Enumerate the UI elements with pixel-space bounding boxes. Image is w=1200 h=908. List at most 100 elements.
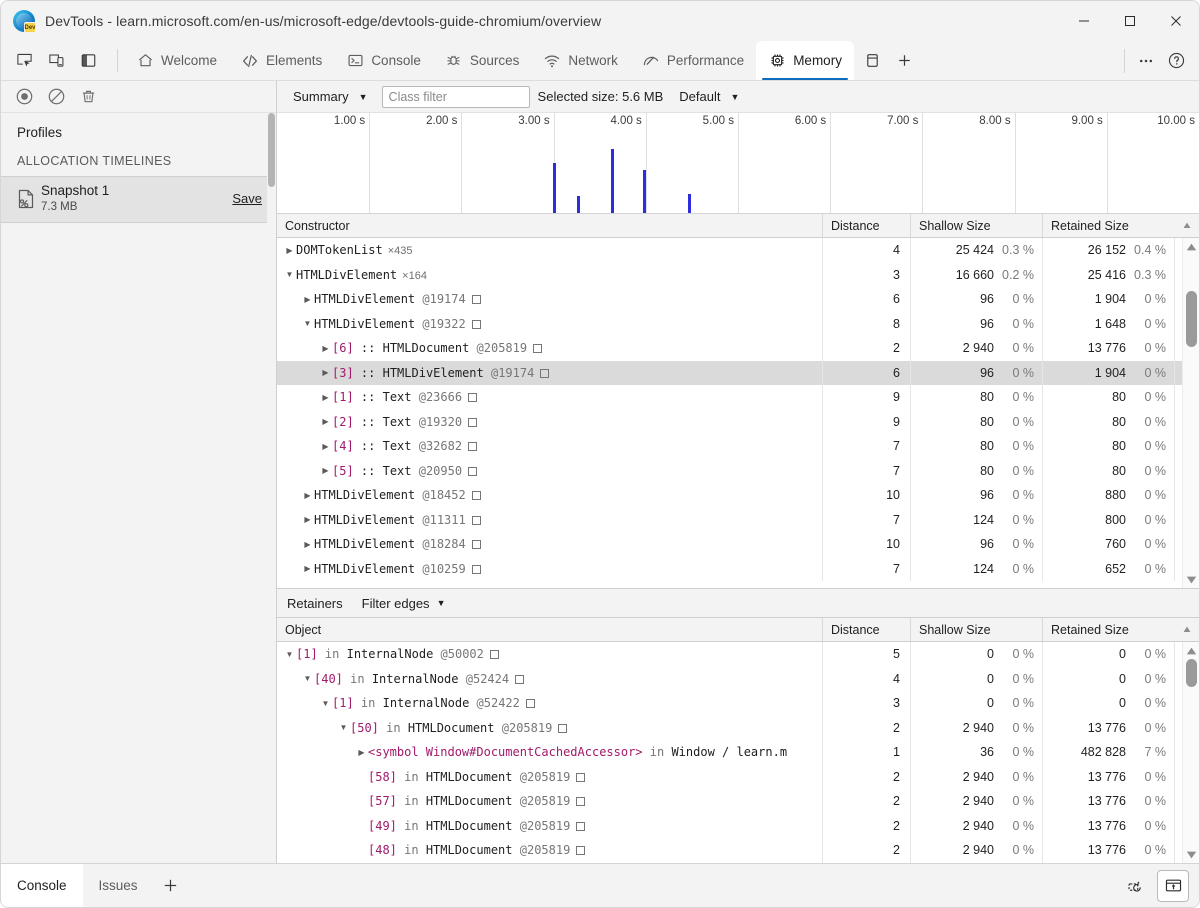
scrollbar-thumb[interactable] <box>1186 291 1197 347</box>
minimize-button[interactable] <box>1061 1 1107 41</box>
sidebar-scrollbar[interactable] <box>267 113 276 863</box>
twisty-expanded-icon[interactable]: ▼ <box>301 319 314 328</box>
twisty-collapsed-icon[interactable]: ▶ <box>301 491 314 500</box>
filter-edges-dropdown[interactable]: Filter edges ▼ <box>357 594 451 613</box>
column-header-shallow-size[interactable]: Shallow Size <box>911 618 1043 641</box>
twisty-collapsed-icon[interactable]: ▶ <box>319 393 332 402</box>
reveal-in-elements-icon[interactable] <box>558 724 567 733</box>
table-row[interactable]: ▶HTMLDivElement @1828410960 %7600 % <box>277 532 1199 557</box>
table-row[interactable]: ▶[5] :: Text @209507800 %800 % <box>277 459 1199 484</box>
tab-console[interactable]: Console <box>334 41 433 80</box>
reveal-in-elements-icon[interactable] <box>576 846 585 855</box>
reveal-in-elements-icon[interactable] <box>472 540 481 549</box>
twisty-expanded-icon[interactable]: ▼ <box>319 699 332 708</box>
allocation-overview-timeline[interactable]: 1.00 s2.00 s3.00 s4.00 s5.00 s6.00 s7.00… <box>277 113 1199 214</box>
allocation-bar[interactable] <box>611 149 614 213</box>
reveal-in-elements-icon[interactable] <box>472 516 481 525</box>
clear-button[interactable] <box>43 84 69 110</box>
snapshot-list-item[interactable]: Snapshot 1 7.3 MB Save <box>1 177 276 223</box>
device-emulation-icon[interactable] <box>41 46 71 76</box>
table-row[interactable]: ▼[1] in InternalNode @50002500 %00 % <box>277 642 1199 667</box>
tab-memory[interactable]: Memory <box>756 41 854 80</box>
twisty-collapsed-icon[interactable]: ▶ <box>319 368 332 377</box>
database-icon[interactable] <box>858 46 888 76</box>
table-row[interactable]: ▶DOMTokenList×435425 4240.3 %26 1520.4 % <box>277 238 1199 263</box>
constructors-scrollbar[interactable] <box>1182 238 1199 588</box>
twisty-collapsed-icon[interactable]: ▶ <box>301 564 314 573</box>
reveal-in-elements-icon[interactable] <box>468 393 477 402</box>
help-icon[interactable] <box>1161 46 1191 76</box>
class-filter-input[interactable] <box>382 86 530 108</box>
refresh-device-icon[interactable] <box>1119 870 1151 902</box>
sidebar-scrollbar-thumb[interactable] <box>268 113 275 187</box>
column-header-retained-size[interactable]: Retained Size <box>1043 214 1175 237</box>
column-header-retained-size[interactable]: Retained Size <box>1043 618 1175 641</box>
table-row[interactable]: ▶HTMLDivElement @1845210960 %8800 % <box>277 483 1199 508</box>
scroll-up-arrow-icon[interactable] <box>1186 642 1197 659</box>
scroll-track[interactable] <box>1183 255 1199 571</box>
reveal-in-elements-icon[interactable] <box>526 699 535 708</box>
snapshot-save-link[interactable]: Save <box>232 191 266 206</box>
sort-ascending-icon[interactable] <box>1175 618 1199 641</box>
table-row[interactable]: ▼[40] in InternalNode @52424400 %00 % <box>277 667 1199 692</box>
table-row[interactable]: [48] in HTMLDocument @20581922 9400 %13 … <box>277 838 1199 863</box>
table-row[interactable]: ▼[50] in HTMLDocument @20581922 9400 %13… <box>277 716 1199 741</box>
column-header-shallow-size[interactable]: Shallow Size <box>911 214 1043 237</box>
close-button[interactable] <box>1153 1 1199 41</box>
dock-bottom-icon[interactable] <box>1157 870 1189 902</box>
more-tools-icon[interactable] <box>1131 46 1161 76</box>
twisty-collapsed-icon[interactable]: ▶ <box>319 417 332 426</box>
table-row[interactable]: ▶HTMLDivElement @1131171240 %8000 % <box>277 508 1199 533</box>
tab-sources[interactable]: Sources <box>433 41 532 80</box>
table-row[interactable]: ▼HTMLDivElement @193228960 %1 6480 % <box>277 312 1199 337</box>
scroll-track[interactable] <box>1183 659 1199 846</box>
table-row[interactable]: ▶HTMLDivElement @191746960 %1 9040 % <box>277 287 1199 312</box>
column-header-constructor[interactable]: Constructor <box>277 214 823 237</box>
column-header-object[interactable]: Object <box>277 618 823 641</box>
allocation-bar[interactable] <box>577 196 580 213</box>
column-header-distance[interactable]: Distance <box>823 618 911 641</box>
table-row[interactable]: ▶[6] :: HTMLDocument @20581922 9400 %13 … <box>277 336 1199 361</box>
twisty-expanded-icon[interactable]: ▼ <box>283 650 296 659</box>
reveal-in-elements-icon[interactable] <box>515 675 524 684</box>
dock-side-icon[interactable] <box>73 46 103 76</box>
maximize-button[interactable] <box>1107 1 1153 41</box>
tab-network[interactable]: Network <box>531 41 630 80</box>
add-panel-button[interactable] <box>890 46 920 76</box>
reveal-in-elements-icon[interactable] <box>468 442 477 451</box>
tab-performance[interactable]: Performance <box>630 41 756 80</box>
view-mode-dropdown[interactable]: Summary ▼ <box>285 87 374 106</box>
column-header-distance[interactable]: Distance <box>823 214 911 237</box>
reveal-in-elements-icon[interactable] <box>468 418 477 427</box>
drawer-tab-console[interactable]: Console <box>1 864 83 908</box>
reveal-in-elements-icon[interactable] <box>576 822 585 831</box>
table-row[interactable]: [49] in HTMLDocument @20581922 9400 %13 … <box>277 814 1199 839</box>
twisty-collapsed-icon[interactable]: ▶ <box>301 515 314 524</box>
table-row[interactable]: ▶<symbol Window#DocumentCachedAccessor> … <box>277 740 1199 765</box>
table-row[interactable]: ▶HTMLDivElement @1025971240 %6520 % <box>277 557 1199 582</box>
table-row[interactable]: ▶[2] :: Text @193209800 %800 % <box>277 410 1199 435</box>
twisty-expanded-icon[interactable]: ▼ <box>337 723 350 732</box>
reveal-in-elements-icon[interactable] <box>490 650 499 659</box>
inspect-element-icon[interactable] <box>9 46 39 76</box>
scroll-down-arrow-icon[interactable] <box>1186 846 1197 863</box>
allocation-bar[interactable] <box>643 170 646 213</box>
twisty-collapsed-icon[interactable]: ▶ <box>319 344 332 353</box>
reveal-in-elements-icon[interactable] <box>540 369 549 378</box>
twisty-expanded-icon[interactable]: ▼ <box>301 674 314 683</box>
record-button[interactable] <box>11 84 37 110</box>
twisty-collapsed-icon[interactable]: ▶ <box>355 748 368 757</box>
tab-welcome[interactable]: Welcome <box>124 41 229 80</box>
twisty-collapsed-icon[interactable]: ▶ <box>301 540 314 549</box>
table-row[interactable]: ▼[1] in InternalNode @52422300 %00 % <box>277 691 1199 716</box>
table-row[interactable]: ▶[3] :: HTMLDivElement @191746960 %1 904… <box>277 361 1199 386</box>
scroll-up-arrow-icon[interactable] <box>1186 238 1197 255</box>
reveal-in-elements-icon[interactable] <box>576 773 585 782</box>
twisty-collapsed-icon[interactable]: ▶ <box>301 295 314 304</box>
reveal-in-elements-icon[interactable] <box>472 565 481 574</box>
scrollbar-thumb[interactable] <box>1186 659 1197 687</box>
twisty-expanded-icon[interactable]: ▼ <box>283 270 296 279</box>
twisty-collapsed-icon[interactable]: ▶ <box>283 246 296 255</box>
retainers-scrollbar[interactable] <box>1182 642 1199 863</box>
scroll-down-arrow-icon[interactable] <box>1186 571 1197 588</box>
